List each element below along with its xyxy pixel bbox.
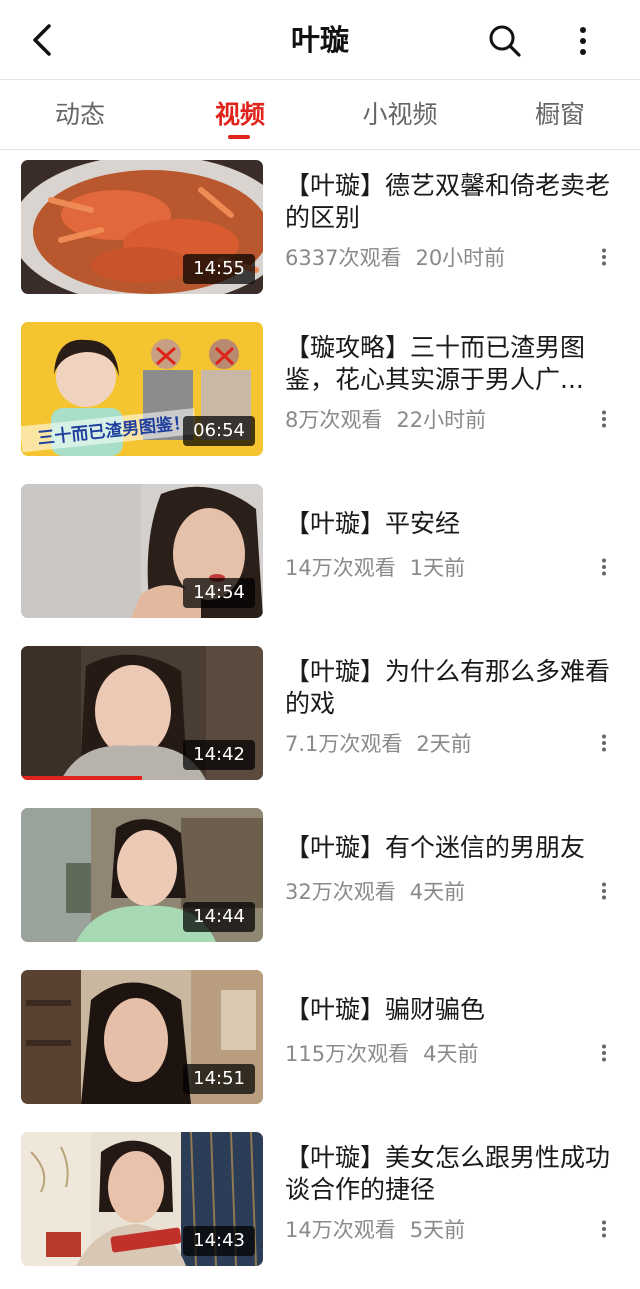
- video-thumbnail[interactable]: 14:43: [21, 1132, 263, 1266]
- video-item[interactable]: 14:51 【叶璇】骗财骗色 115万次观看 4天前: [0, 960, 640, 1122]
- video-item[interactable]: 14:54 【叶璇】平安经 14万次观看 1天前: [0, 474, 640, 636]
- tab-dynamics[interactable]: 动态: [0, 81, 160, 149]
- video-meta: 115万次观看 4天前: [285, 1038, 478, 1068]
- video-item[interactable]: 14:55 【叶璇】德艺双馨和倚老卖老的区别 6337次观看 20小时前: [0, 150, 640, 312]
- more-vertical-icon: [602, 248, 606, 266]
- duration-badge: 14:51: [183, 1064, 255, 1094]
- video-item[interactable]: 三十而已渣男图鉴！ 06:54 【璇攻略】三十而已渣男图鉴，花心其实源于男人广.…: [0, 312, 640, 474]
- view-count: 14万次观看: [285, 556, 396, 580]
- upload-time: 20小时前: [415, 246, 506, 270]
- video-title[interactable]: 【叶璇】为什么有那么多难看的戏: [285, 656, 610, 720]
- item-more-button[interactable]: [594, 1214, 614, 1244]
- video-title[interactable]: 【叶璇】骗财骗色: [285, 994, 610, 1026]
- header-divider: [0, 79, 640, 80]
- tab-short-videos[interactable]: 小视频: [320, 81, 480, 149]
- video-meta: 14万次观看 1天前: [285, 552, 465, 582]
- video-title[interactable]: 【叶璇】德艺双馨和倚老卖老的区别: [285, 170, 610, 234]
- tab-bar: 动态 视频 小视频 橱窗: [0, 81, 640, 149]
- view-count: 6337次观看: [285, 246, 402, 270]
- item-more-button[interactable]: [594, 876, 614, 906]
- chevron-left-icon: [33, 24, 51, 56]
- video-thumbnail[interactable]: 14:55: [21, 160, 263, 294]
- video-meta: 32万次观看 4天前: [285, 876, 465, 906]
- video-thumbnail[interactable]: 14:54: [21, 484, 263, 618]
- view-count: 115万次观看: [285, 1042, 410, 1066]
- video-thumbnail[interactable]: 三十而已渣男图鉴！ 06:54: [21, 322, 263, 456]
- tab-showcase[interactable]: 橱窗: [480, 81, 640, 149]
- duration-badge: 14:54: [183, 578, 255, 608]
- view-count: 8万次观看: [285, 408, 383, 432]
- duration-badge: 14:44: [183, 902, 255, 932]
- video-meta: 7.1万次观看 2天前: [285, 728, 472, 758]
- more-options-button[interactable]: [566, 22, 600, 60]
- search-icon: [489, 25, 521, 57]
- upload-time: 4天前: [423, 1042, 479, 1066]
- video-title[interactable]: 【叶璇】美女怎么跟男性成功谈合作的捷径: [285, 1142, 610, 1206]
- page-title: 叶璇: [290, 23, 349, 57]
- item-more-button[interactable]: [594, 242, 614, 272]
- video-item[interactable]: 14:43 【叶璇】美女怎么跟男性成功谈合作的捷径 14万次观看 5天前: [0, 1122, 640, 1284]
- watch-progress-bar: [21, 776, 142, 780]
- more-vertical-icon: [602, 558, 606, 576]
- upload-time: 5天前: [409, 1218, 466, 1242]
- item-more-button[interactable]: [594, 552, 614, 582]
- duration-badge: 14:43: [183, 1226, 255, 1256]
- item-more-button[interactable]: [594, 404, 614, 434]
- view-count: 7.1万次观看: [285, 732, 403, 756]
- view-count: 32万次观看: [285, 880, 396, 904]
- video-meta: 14万次观看 5天前: [285, 1214, 465, 1244]
- video-title[interactable]: 【璇攻略】三十而已渣男图鉴，花心其实源于男人广...: [285, 332, 610, 396]
- video-meta: 8万次观看 22小时前: [285, 404, 486, 434]
- duration-badge: 06:54: [183, 416, 255, 446]
- item-more-button[interactable]: [594, 1038, 614, 1068]
- video-thumbnail[interactable]: 14:44: [21, 808, 263, 942]
- upload-time: 1天前: [409, 556, 466, 580]
- top-bar: 叶璇: [0, 0, 640, 80]
- video-title[interactable]: 【叶璇】有个迷信的男朋友: [285, 832, 610, 864]
- view-count: 14万次观看: [285, 1218, 396, 1242]
- upload-time: 2天前: [416, 732, 472, 756]
- more-vertical-icon: [602, 734, 606, 752]
- upload-time: 22小时前: [396, 408, 487, 432]
- more-vertical-icon: [602, 1220, 606, 1238]
- more-vertical-icon: [602, 882, 606, 900]
- video-item[interactable]: 14:42 【叶璇】为什么有那么多难看的戏 7.1万次观看 2天前: [0, 636, 640, 798]
- more-vertical-icon: [602, 410, 606, 428]
- item-more-button[interactable]: [594, 728, 614, 758]
- video-meta: 6337次观看 20小时前: [285, 242, 505, 272]
- active-tab-indicator: [228, 135, 250, 139]
- video-item[interactable]: 14:44 【叶璇】有个迷信的男朋友 32万次观看 4天前: [0, 798, 640, 960]
- more-vertical-icon: [580, 27, 586, 55]
- video-thumbnail[interactable]: 14:51: [21, 970, 263, 1104]
- upload-time: 4天前: [409, 880, 466, 904]
- more-vertical-icon: [602, 1044, 606, 1062]
- duration-badge: 14:55: [183, 254, 255, 284]
- duration-badge: 14:42: [183, 740, 255, 770]
- video-title[interactable]: 【叶璇】平安经: [285, 508, 610, 540]
- back-button[interactable]: [24, 22, 60, 58]
- search-button[interactable]: [486, 22, 524, 60]
- video-thumbnail[interactable]: 14:42: [21, 646, 263, 780]
